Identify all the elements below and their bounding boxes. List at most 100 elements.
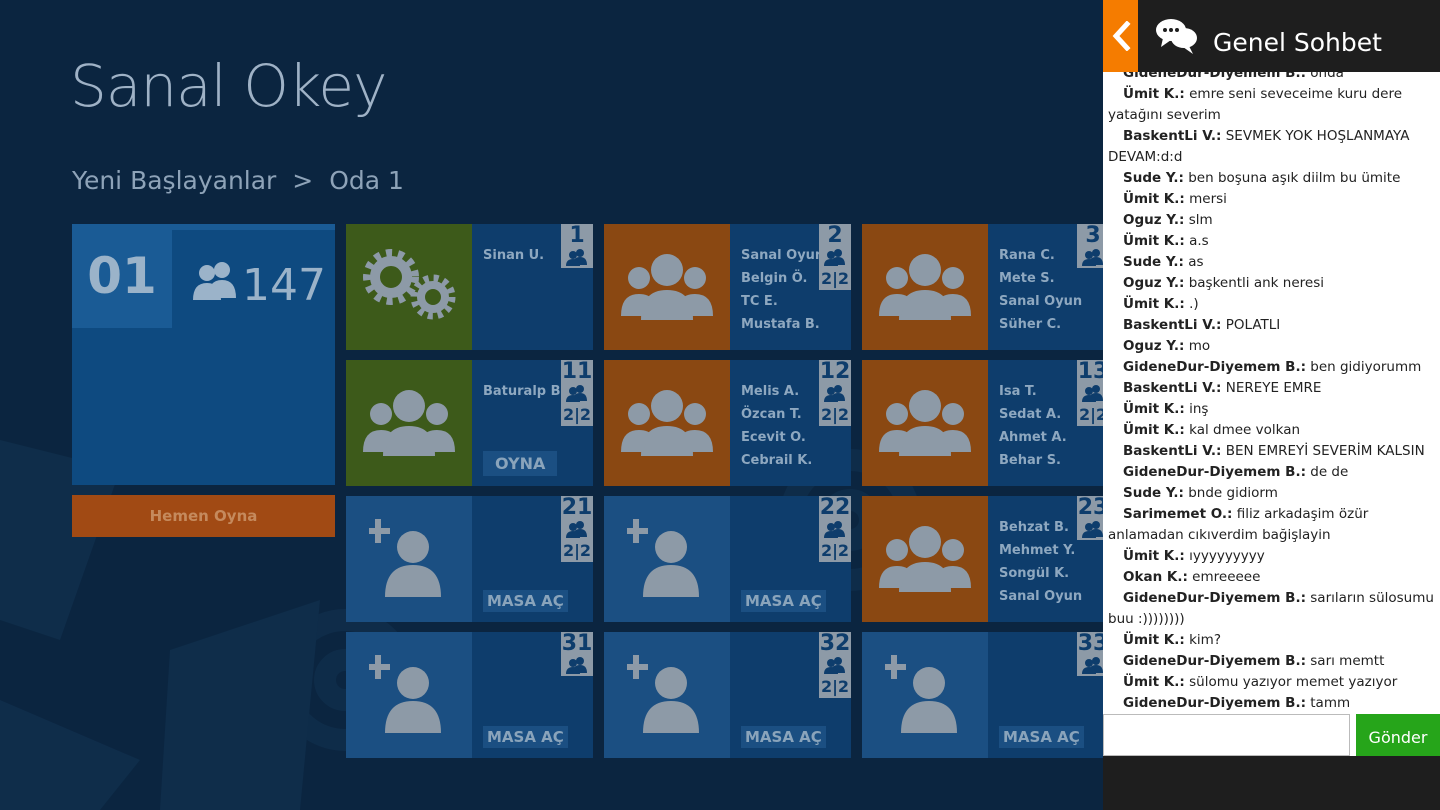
player-name: Sinan U. <box>483 248 545 263</box>
open-table-button[interactable]: MASA AÇ <box>483 590 568 612</box>
users-icon <box>1082 384 1104 404</box>
player-names: Isa T. Sedat A. Ahmet A. Behar S. <box>999 380 1067 472</box>
chat-message-author: Ümit K.: <box>1123 191 1185 207</box>
chat-message-author: BaskentLi V.: <box>1123 128 1222 144</box>
table-info: Rana C. Mete S. Sanal Oyun Süher C. 3 <box>988 224 1109 350</box>
users-icon <box>824 520 846 540</box>
back-button[interactable] <box>1103 0 1138 72</box>
player-names: Behzat B. Mehmet Y. Songül K. Sanal Oyun <box>999 516 1082 608</box>
player-name: Ahmet A. <box>999 430 1067 445</box>
table-image <box>604 224 730 350</box>
users-icon <box>566 520 588 540</box>
player-names: Melis A. Özcan T. Ecevit O. Cebrail K. <box>741 380 812 472</box>
chat-message-text: başkentli ank neresi <box>1188 275 1324 291</box>
chat-message-author: Oguz Y.: <box>1123 275 1185 291</box>
table-tile-11[interactable]: Baturalp B. 11 2|2 OYNA <box>346 360 593 486</box>
table-image <box>604 632 730 758</box>
chat-message: BaskentLi V.: SEVMEK YOK HOŞLANMAYA DEVA… <box>1103 126 1440 168</box>
breadcrumb: Yeni Başlayanlar > Oda 1 <box>72 166 412 195</box>
player-name: Belgin Ö. <box>741 271 808 286</box>
chat-message: GideneDur-Diyemem B.: ben gidiyorumm <box>1103 357 1440 378</box>
table-tile-22[interactable]: 22 2|2 MASA AÇ <box>604 496 851 622</box>
table-info: 32 2|2 MASA AÇ <box>730 632 851 758</box>
chat-message-author: GideneDur-Diyemem B.: <box>1123 359 1306 375</box>
chat-message: Sude Y.: as <box>1103 252 1440 273</box>
chat-message: Oguz Y.: mo <box>1103 336 1440 357</box>
chat-title: Genel Sohbet <box>1213 28 1382 57</box>
player-name: Behzat B. <box>999 520 1069 535</box>
chat-message-author: Ümit K.: <box>1123 86 1185 102</box>
chat-log[interactable]: GideneDur-Diyemem B.: onda Ümit K.: emre … <box>1103 63 1440 713</box>
table-tile-3[interactable]: Rana C. Mete S. Sanal Oyun Süher C. 3 <box>862 224 1109 350</box>
users-icon <box>824 656 846 676</box>
table-tile-2[interactable]: Sanal Oyun Belgin Ö. TC E. Mustafa B. 2 2|2 <box>604 224 851 350</box>
chat-message-author: Okan K.: <box>1123 569 1188 585</box>
table-image <box>346 224 472 350</box>
settings-gears-icon <box>359 245 459 329</box>
player-name: Ecevit O. <box>741 430 806 445</box>
chat-message-text: a.s <box>1189 233 1209 249</box>
users-icon <box>824 384 846 404</box>
table-tile-13[interactable]: Isa T. Sedat A. Ahmet A. Behar S. 13 2|2 <box>862 360 1109 486</box>
table-tile-31[interactable]: 31 MASA AÇ <box>346 632 593 758</box>
table-info: Melis A. Özcan T. Ecevit O. Cebrail K. 12 2|2 <box>730 360 851 486</box>
table-tile-1[interactable]: Sinan U. 1 <box>346 224 593 350</box>
breadcrumb-category[interactable]: Yeni Başlayanlar <box>72 166 276 195</box>
chat-message-author: BaskentLi V.: <box>1123 443 1222 459</box>
player-name: Melis A. <box>741 384 800 399</box>
table-badge: 2 2|2 <box>819 224 851 290</box>
chat-message-author: GideneDur-Diyemem B.: <box>1123 590 1306 606</box>
open-table-button[interactable]: MASA AÇ <box>741 590 826 612</box>
table-info: Sanal Oyun Belgin Ö. TC E. Mustafa B. 2 2|2 <box>730 224 851 350</box>
group-icon <box>619 250 715 324</box>
open-table-button[interactable]: MASA AÇ <box>999 726 1084 748</box>
table-image <box>862 224 988 350</box>
player-name: Özcan T. <box>741 407 802 422</box>
table-number: 11 <box>561 359 593 384</box>
table-ratio: 2|2 <box>820 269 850 288</box>
play-button[interactable]: OYNA <box>483 451 558 476</box>
chat-message-text: sarı memtt <box>1310 653 1385 669</box>
table-tile-23[interactable]: Behzat B. Mehmet Y. Songül K. Sanal Oyun 23 <box>862 496 1109 622</box>
open-table-button[interactable]: MASA AÇ <box>741 726 826 748</box>
breadcrumb-separator: > <box>292 166 314 195</box>
chat-message: Ümit K.: ıyyyyyyyyy <box>1103 546 1440 567</box>
table-info: Sinan U. 1 <box>472 224 593 350</box>
table-tile-12[interactable]: Melis A. Özcan T. Ecevit O. Cebrail K. 12 2|2 <box>604 360 851 486</box>
table-tile-32[interactable]: 32 2|2 MASA AÇ <box>604 632 851 758</box>
chat-message: Ümit K.: a.s <box>1103 231 1440 252</box>
table-image <box>862 360 988 486</box>
chat-message: BaskentLi V.: BEN EMREYİ SEVERİM KALSIN <box>1103 441 1440 462</box>
chat-message-text: bnde gidiorm <box>1188 485 1278 501</box>
chat-message-author: BaskentLi V.: <box>1123 317 1222 333</box>
table-tile-33[interactable]: 33 MASA AÇ <box>862 632 1109 758</box>
table-image <box>862 496 988 622</box>
player-name: Cebrail K. <box>741 453 813 468</box>
table-image <box>604 496 730 622</box>
chat-message: Ümit K.: sülomu yazıyor memet yazıyor <box>1103 672 1440 693</box>
quick-play-button[interactable]: Hemen Oyna <box>72 495 335 537</box>
chat-message-text: BEN EMREYİ SEVERİM KALSIN <box>1225 443 1425 459</box>
chat-message-input[interactable] <box>1103 714 1350 756</box>
table-number: 32 <box>819 631 851 656</box>
table-badge: 22 2|2 <box>819 496 851 562</box>
player-name: Mehmet Y. <box>999 543 1076 558</box>
chat-message-text: .) <box>1189 296 1199 312</box>
open-table-button[interactable]: MASA AÇ <box>483 726 568 748</box>
table-tile-21[interactable]: 21 2|2 MASA AÇ <box>346 496 593 622</box>
table-number: 31 <box>561 631 593 656</box>
chat-message-author: Ümit K.: <box>1123 401 1185 417</box>
send-button[interactable]: Gönder <box>1356 714 1440 756</box>
add-user-icon <box>882 653 965 737</box>
table-number: 22 <box>819 495 851 520</box>
player-name: Rana C. <box>999 248 1055 263</box>
chat-message: GideneDur-Diyemem B.: sarıların sülosumu… <box>1103 588 1440 630</box>
player-count-value: 147 <box>242 260 326 311</box>
table-image <box>346 360 472 486</box>
chat-message-author: Sude Y.: <box>1123 254 1184 270</box>
player-name: Mete S. <box>999 271 1055 286</box>
player-name: Songül K. <box>999 566 1070 581</box>
chat-message-text: inş <box>1189 401 1209 417</box>
add-user-icon <box>624 517 707 601</box>
table-image <box>346 496 472 622</box>
